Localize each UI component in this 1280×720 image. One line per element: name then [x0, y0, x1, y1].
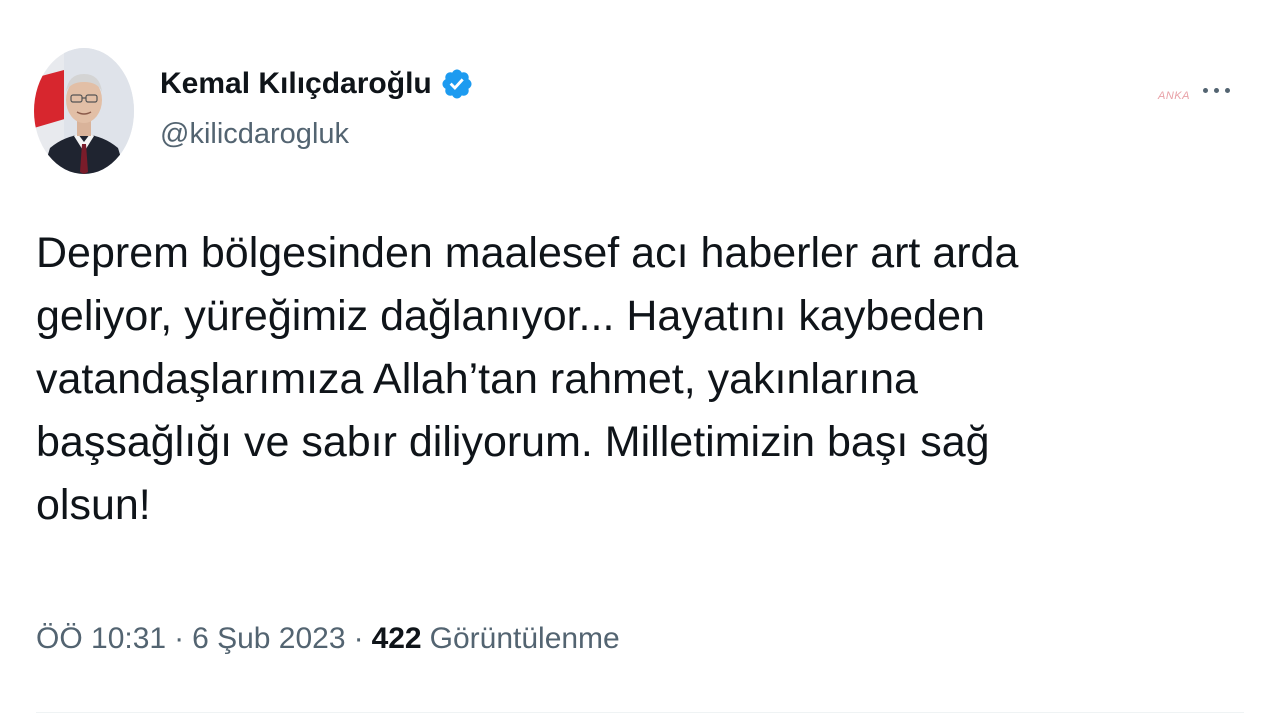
more-horizontal-icon	[1213, 87, 1219, 93]
tweet-meta: ÖÖ 10:31 · 6 Şub 2023 · 422 Görüntülenme	[36, 622, 620, 656]
divider	[36, 712, 1244, 713]
views-count: 422	[371, 622, 422, 655]
meta-separator: ·	[353, 622, 364, 655]
tweet-date[interactable]: 6 Şub 2023	[192, 622, 345, 656]
author-name-row: Kemal Kılıçdaroğlu	[160, 64, 474, 104]
author-handle[interactable]: @kilicdarogluk	[160, 118, 349, 151]
watermark-logo: ANKA	[1158, 90, 1190, 102]
verified-badge-icon	[440, 67, 474, 101]
views-label: Görüntülenme	[429, 622, 620, 655]
more-horizontal-icon	[1202, 87, 1208, 93]
author-display-name[interactable]: Kemal Kılıçdaroğlu	[160, 67, 432, 101]
tweet-time[interactable]: ÖÖ 10:31	[36, 622, 166, 656]
more-options-button[interactable]	[1192, 70, 1240, 110]
more-horizontal-icon	[1224, 87, 1230, 93]
tweet-text: Deprem bölgesinden maalesef acı haberler…	[36, 229, 1019, 529]
meta-separator: ·	[174, 622, 185, 655]
avatar-image	[34, 48, 134, 174]
avatar[interactable]	[34, 48, 134, 174]
tweet-card: Kemal Kılıçdaroğlu @kilicdarogluk ANKA D…	[0, 0, 1280, 720]
